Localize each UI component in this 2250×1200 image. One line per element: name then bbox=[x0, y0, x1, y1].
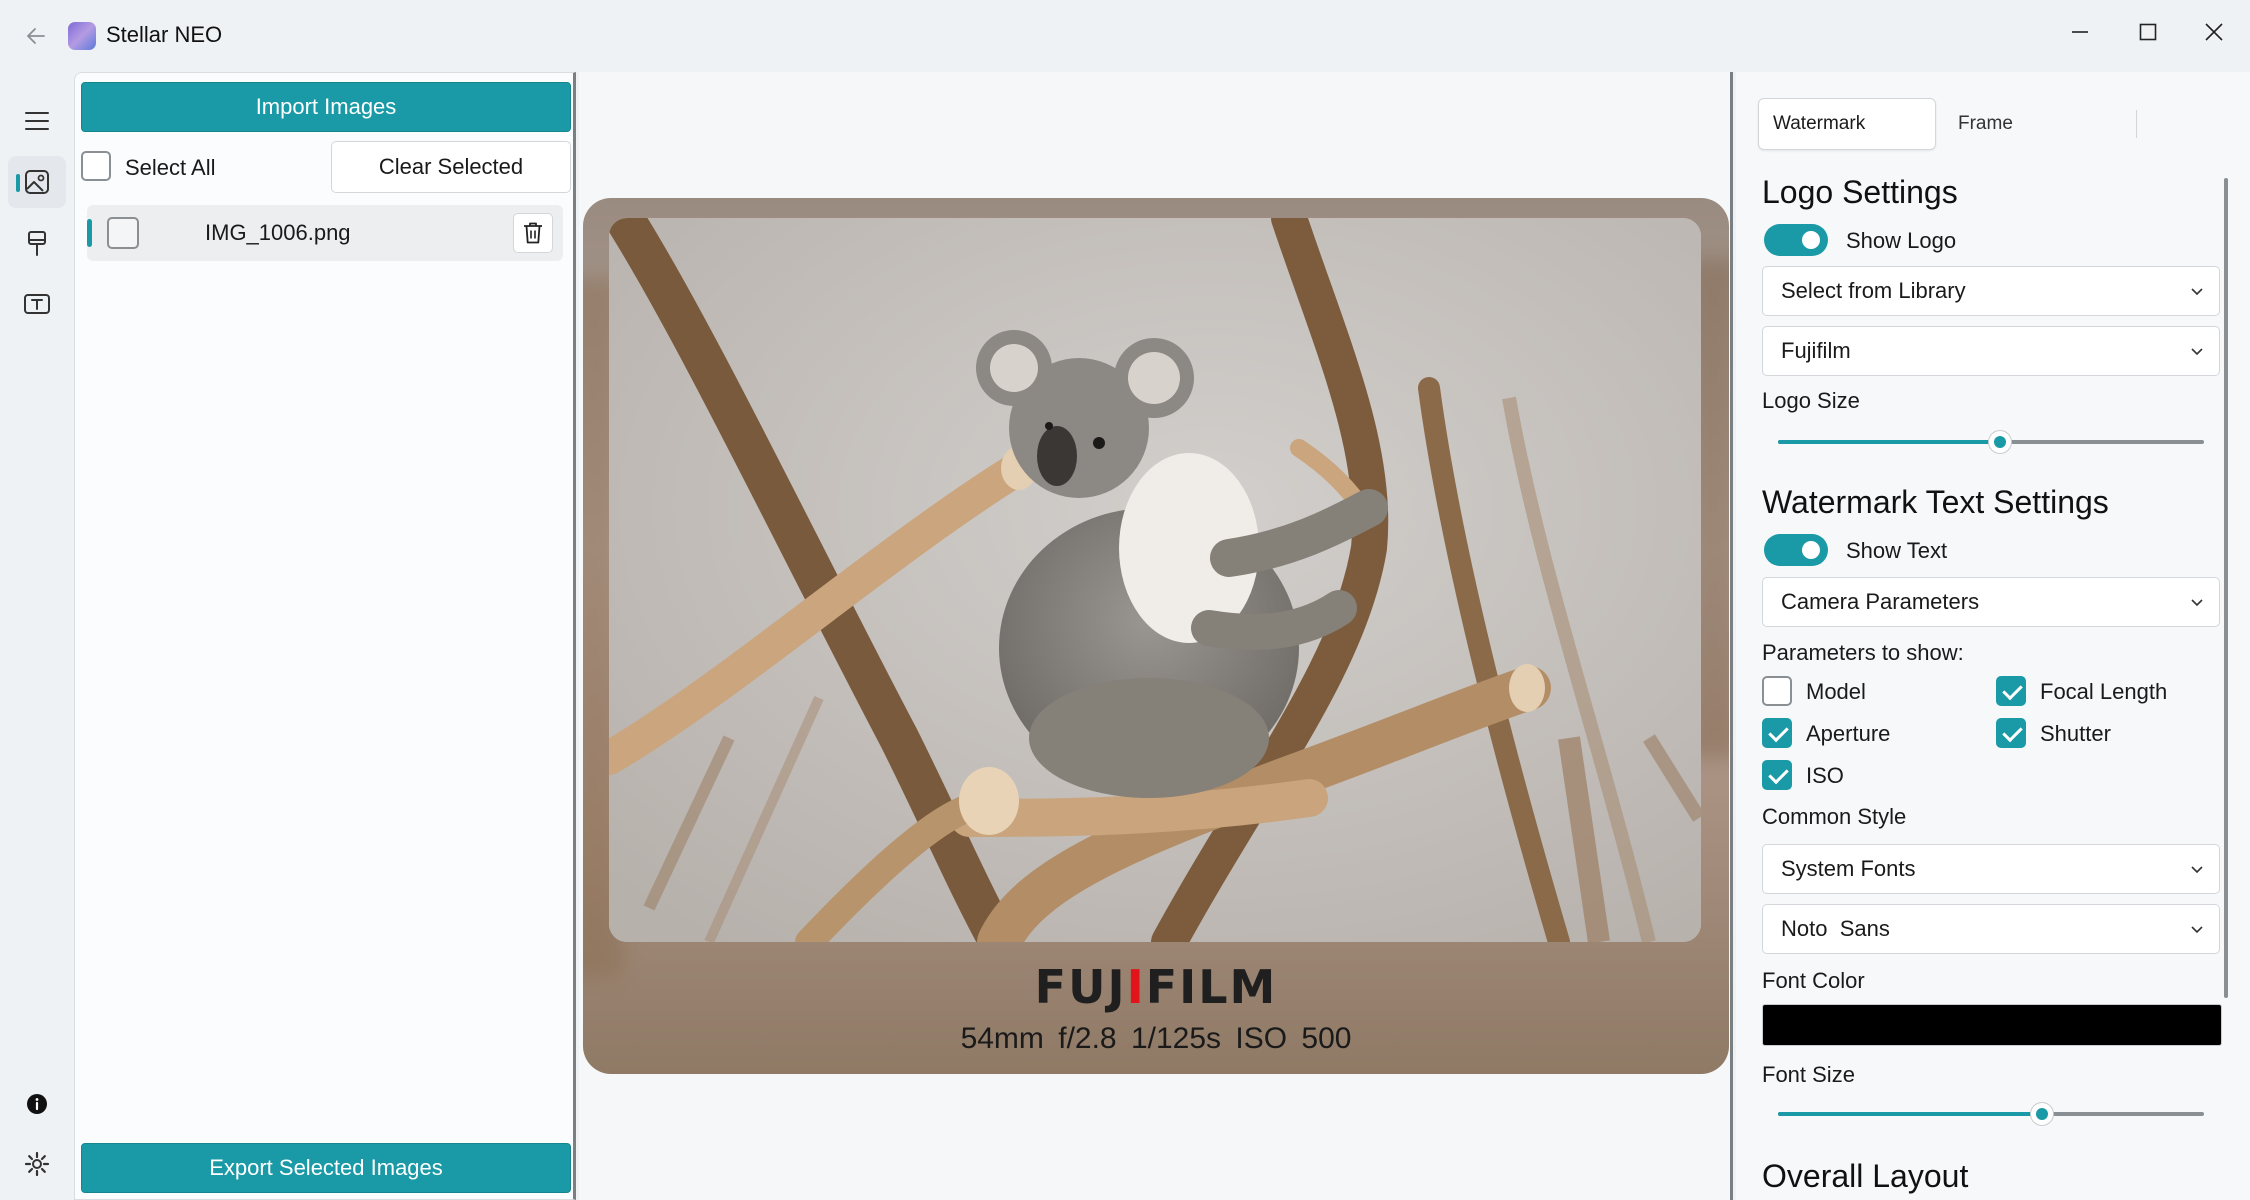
watermark-logo: FUJIFILM bbox=[583, 960, 1729, 1014]
slider-fill bbox=[1778, 1112, 2043, 1116]
trash-icon bbox=[524, 222, 542, 244]
nav-images-button[interactable] bbox=[8, 156, 66, 208]
select-all-label[interactable]: Select All bbox=[125, 155, 216, 181]
nav-frame-button[interactable] bbox=[8, 218, 66, 270]
chevron-down-icon bbox=[2191, 348, 2203, 356]
chevron-down-icon bbox=[2191, 866, 2203, 874]
close-button[interactable] bbox=[2184, 8, 2244, 56]
title-bar: Stellar NEO bbox=[0, 0, 2250, 72]
nav-rail bbox=[0, 72, 74, 1200]
app-logo bbox=[68, 22, 96, 50]
file-checkbox[interactable] bbox=[107, 217, 139, 249]
font-color-label: Font Color bbox=[1762, 968, 1865, 993]
show-text-label: Show Text bbox=[1846, 538, 1948, 563]
file-list-item[interactable]: IMG_1006.png bbox=[87, 205, 563, 261]
nav-settings-button[interactable] bbox=[8, 1138, 66, 1190]
preview-area: FUJIFILM 54mm f/2.8 1/125s ISO 500 bbox=[579, 72, 1733, 1200]
param-model-label: Model bbox=[1806, 679, 1866, 704]
back-arrow-icon bbox=[27, 28, 45, 44]
image-list-panel: Import Images Select All Clear Selected … bbox=[74, 72, 576, 1200]
param-focal-length-checkbox[interactable] bbox=[1996, 676, 2026, 706]
text-icon bbox=[24, 294, 50, 314]
minimize-button[interactable] bbox=[2050, 8, 2110, 56]
chevron-down-icon bbox=[2191, 288, 2203, 296]
nav-text-button[interactable] bbox=[8, 278, 66, 330]
gear-icon bbox=[24, 1151, 50, 1177]
watermark-params-text: 54mm f/2.8 1/125s ISO 500 bbox=[960, 1022, 1352, 1055]
logo-text-left: FUJ bbox=[1034, 960, 1127, 1014]
chevron-down-icon bbox=[2191, 599, 2203, 607]
nav-active-indicator bbox=[16, 174, 20, 192]
file-name: IMG_1006.png bbox=[205, 220, 351, 245]
text-source-value: Camera Parameters bbox=[1781, 589, 1980, 614]
clear-selected-button[interactable]: Clear Selected bbox=[331, 141, 571, 193]
text-source-dropdown[interactable]: Camera Parameters bbox=[1762, 577, 2220, 627]
import-images-button[interactable]: Import Images bbox=[81, 82, 571, 132]
logo-size-label: Logo Size bbox=[1762, 388, 1860, 413]
nav-info-button[interactable] bbox=[8, 1078, 66, 1130]
selected-indicator bbox=[87, 219, 92, 247]
close-icon bbox=[2205, 23, 2223, 41]
settings-tabs: Watermark Frame bbox=[1758, 98, 2228, 150]
menu-icon bbox=[25, 112, 49, 130]
brush-icon bbox=[28, 231, 46, 256]
info-icon bbox=[27, 1094, 47, 1114]
param-iso-checkbox[interactable] bbox=[1762, 760, 1792, 790]
window-title: Stellar NEO bbox=[106, 22, 223, 47]
nav-menu-button[interactable] bbox=[8, 95, 66, 147]
logo-source-dropdown[interactable]: Select from Library bbox=[1762, 266, 2220, 316]
watermarked-preview: FUJIFILM 54mm f/2.8 1/125s ISO 500 bbox=[583, 198, 1729, 1074]
show-logo-toggle[interactable] bbox=[1764, 224, 1828, 256]
chevron-down-icon bbox=[2191, 926, 2203, 934]
preview-photo bbox=[609, 218, 1701, 942]
slider-fill bbox=[1778, 440, 2000, 444]
font-source-dropdown[interactable]: System Fonts bbox=[1762, 844, 2220, 894]
font-source-value: System Fonts bbox=[1781, 856, 1916, 881]
param-aperture-label: Aperture bbox=[1806, 721, 1891, 746]
param-aperture-checkbox[interactable] bbox=[1762, 718, 1792, 748]
logo-settings-title: Logo Settings bbox=[1762, 174, 1958, 210]
param-model-checkbox[interactable] bbox=[1762, 676, 1792, 706]
tab-divider bbox=[2136, 110, 2137, 138]
text-settings-title: Watermark Text Settings bbox=[1762, 484, 2109, 520]
font-family-dropdown[interactable]: Noto Sans bbox=[1762, 904, 2220, 954]
slider-thumb[interactable] bbox=[1988, 431, 2011, 453]
maximize-button[interactable] bbox=[2118, 8, 2178, 56]
slider-thumb[interactable] bbox=[2031, 1103, 2054, 1125]
font-family-value: Noto Sans bbox=[1781, 916, 1890, 941]
export-selected-button[interactable]: Export Selected Images bbox=[81, 1143, 571, 1193]
settings-panel: Watermark Frame Logo Settings Show Logo … bbox=[1736, 72, 2250, 1200]
param-iso-label: ISO bbox=[1806, 763, 1844, 788]
show-text-toggle[interactable] bbox=[1764, 534, 1828, 566]
image-icon bbox=[25, 170, 49, 194]
back-button[interactable] bbox=[18, 18, 54, 54]
font-size-label: Font Size bbox=[1762, 1062, 1855, 1087]
logo-text-right: FILM bbox=[1145, 960, 1278, 1014]
logo-size-slider[interactable] bbox=[1778, 431, 2204, 453]
font-color-swatch[interactable] bbox=[1762, 1004, 2222, 1046]
logo-source-value: Select from Library bbox=[1781, 278, 1966, 303]
common-style-label: Common Style bbox=[1762, 804, 1907, 829]
param-shutter-label: Shutter bbox=[2040, 721, 2111, 746]
tab-watermark[interactable]: Watermark bbox=[1758, 98, 1936, 150]
logo-text-accent: I bbox=[1126, 960, 1146, 1014]
param-shutter-checkbox[interactable] bbox=[1996, 718, 2026, 748]
logo-brand-value: Fujifilm bbox=[1781, 338, 1851, 363]
select-all-checkbox[interactable] bbox=[81, 151, 111, 181]
logo-brand-dropdown[interactable]: Fujifilm bbox=[1762, 326, 2220, 376]
show-logo-label: Show Logo bbox=[1846, 228, 1957, 253]
overall-layout-title: Overall Layout bbox=[1762, 1158, 1969, 1194]
delete-file-button[interactable] bbox=[513, 213, 553, 253]
maximize-icon bbox=[2139, 23, 2157, 41]
font-size-slider[interactable] bbox=[1778, 1103, 2204, 1125]
param-focal-length-label: Focal Length bbox=[2040, 679, 2168, 704]
minimize-icon bbox=[2072, 31, 2088, 33]
settings-scrollbar[interactable] bbox=[2224, 178, 2228, 998]
params-label: Parameters to show: bbox=[1762, 640, 1964, 665]
koala-photo bbox=[609, 218, 1701, 942]
tab-frame[interactable]: Frame bbox=[1944, 98, 2084, 150]
